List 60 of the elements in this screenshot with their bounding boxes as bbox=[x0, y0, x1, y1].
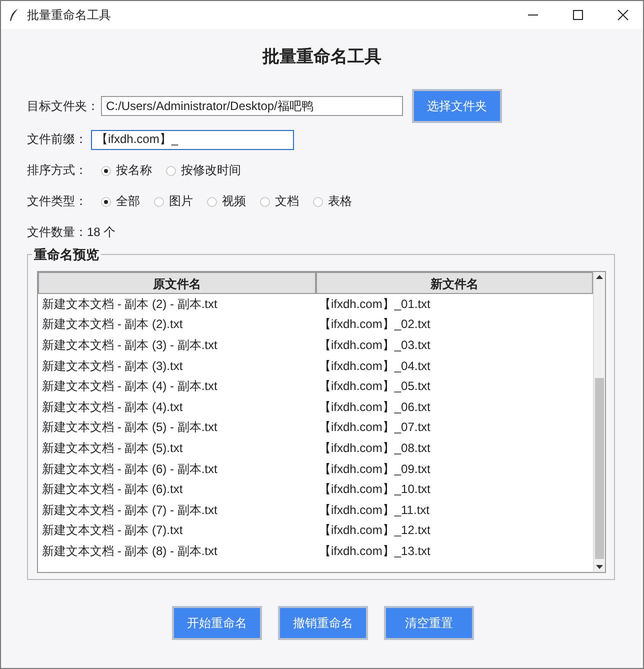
table-cell-text: 新建文本文档 - 副本 (5) - 副本.txt bbox=[41, 419, 218, 436]
table-cell-text: 新建文本文档 - 副本 (3).txt bbox=[41, 358, 184, 375]
table-cell-text: 【ifxdh.com】_11.txt bbox=[318, 502, 430, 519]
field-label: 目标文件夹： bbox=[27, 98, 100, 114]
table-cell-text: 【ifxdh.com】_13.txt bbox=[318, 542, 432, 560]
radio-button[interactable] bbox=[166, 166, 176, 176]
app-heading: 批量重命名工具 bbox=[261, 46, 382, 68]
radio-label[interactable]: 文档 bbox=[275, 193, 299, 210]
action-button[interactable]: 清空重置 bbox=[384, 606, 474, 640]
table-cell-text: 新建文本文档 - 副本 (2) - 副本.txt bbox=[41, 296, 218, 313]
radio-button[interactable] bbox=[101, 166, 111, 176]
column-header[interactable]: 原文件名 bbox=[38, 272, 316, 294]
table-cell-text: 【ifxdh.com】_09.txt bbox=[318, 460, 432, 478]
table-cell-text: 【ifxdh.com】_07.txt bbox=[318, 419, 432, 436]
table-cell-text: 新建文本文档 - 副本 (4) - 副本.txt bbox=[41, 378, 218, 396]
table-cell-text: 【ifxdh.com】_04.txt bbox=[318, 358, 432, 375]
radio-label[interactable]: 按名称 bbox=[116, 162, 152, 179]
column-header[interactable]: 新文件名 bbox=[316, 272, 593, 294]
close-icon[interactable] bbox=[617, 9, 629, 21]
folder-path-field[interactable]: C:/Users/Administrator/Desktop/福吧鸭 bbox=[101, 96, 403, 116]
field-label: 文件类型： bbox=[27, 193, 88, 210]
radio-label[interactable]: 按修改时间 bbox=[181, 162, 241, 179]
table-cell-text: 【ifxdh.com】_05.txt bbox=[318, 378, 432, 396]
radio-label[interactable]: 表格 bbox=[328, 193, 352, 210]
prefix-field[interactable]: 【ifxdh.com】_ bbox=[91, 130, 294, 150]
table-cell-text: 新建文本文档 - 副本 (4).txt bbox=[41, 398, 184, 416]
table-cell-text: 新建文本文档 - 副本 (5).txt bbox=[41, 440, 184, 457]
radio-button[interactable] bbox=[154, 196, 164, 206]
field-label: 排序方式： bbox=[27, 162, 88, 179]
file-count: 文件数量：18 个 bbox=[27, 224, 116, 241]
table-cell-text: 【ifxdh.com】_03.txt bbox=[318, 336, 432, 354]
table-cell-text: 【ifxdh.com】_08.txt bbox=[318, 440, 432, 457]
maximize-icon[interactable] bbox=[572, 9, 584, 21]
radio-button[interactable] bbox=[207, 196, 217, 206]
table-cell-text: 新建文本文档 - 副本 (7) - 副本.txt bbox=[41, 502, 218, 519]
table-cell-text: 【ifxdh.com】_01.txt bbox=[318, 296, 432, 313]
table-cell-text: 新建文本文档 - 副本 (8) - 副本.txt bbox=[41, 542, 218, 560]
radio-button[interactable] bbox=[260, 196, 270, 206]
table-cell-text: 【ifxdh.com】_06.txt bbox=[318, 398, 432, 416]
feather-icon bbox=[9, 8, 19, 22]
table-cell-text: 新建文本文档 - 副本 (6).txt bbox=[41, 481, 184, 498]
radio-button[interactable] bbox=[101, 196, 111, 206]
radio-label[interactable]: 全部 bbox=[116, 193, 140, 210]
table-cell-text: 新建文本文档 - 副本 (6) - 副本.txt bbox=[41, 460, 218, 478]
table-cell-text: 【ifxdh.com】_02.txt bbox=[318, 316, 432, 334]
action-button[interactable]: 开始重命名 bbox=[172, 606, 262, 640]
radio-button[interactable] bbox=[313, 196, 323, 206]
table-cell-text: 新建文本文档 - 副本 (7).txt bbox=[41, 522, 184, 540]
window-title: 批量重命名工具 bbox=[27, 6, 111, 24]
scrollbar[interactable] bbox=[593, 272, 605, 572]
table-cell-text: 【ifxdh.com】_12.txt bbox=[318, 522, 432, 540]
table-cell-text: 新建文本文档 - 副本 (2).txt bbox=[41, 316, 184, 334]
choose-folder-button[interactable]: 选择文件夹 bbox=[412, 89, 502, 123]
field-label: 文件前缀： bbox=[27, 131, 88, 148]
radio-label[interactable]: 图片 bbox=[169, 193, 193, 210]
table-cell-text: 【ifxdh.com】_10.txt bbox=[318, 481, 432, 498]
action-button[interactable]: 撤销重命名 bbox=[278, 606, 368, 640]
table-cell-text: 新建文本文档 - 副本 (3) - 副本.txt bbox=[41, 336, 218, 354]
group-title: 重命名预览 bbox=[32, 246, 101, 264]
radio-label[interactable]: 视频 bbox=[222, 193, 246, 210]
